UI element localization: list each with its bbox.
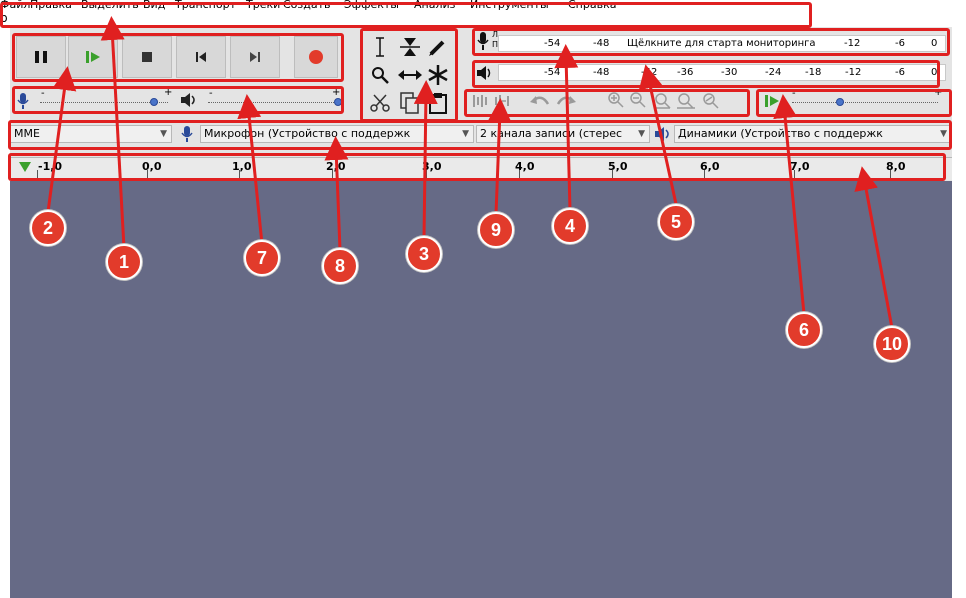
marker-3: 3: [406, 236, 442, 272]
arrow-8: [324, 136, 349, 251]
marker-10: 10: [874, 326, 910, 362]
marker-8: 8: [322, 248, 358, 284]
arrow-7: [237, 94, 264, 245]
arrow-6: [773, 94, 806, 315]
annotation-arrows: [46, 16, 894, 329]
marker-5: 5: [658, 204, 694, 240]
marker-9: 9: [478, 212, 514, 248]
arrow-10: [854, 166, 894, 329]
arrow-9: [487, 98, 512, 215]
arrow-3: [413, 80, 438, 239]
marker-2: 2: [30, 210, 66, 246]
arrow-4: [554, 44, 579, 211]
arrow-1: [100, 16, 126, 249]
marker-7: 7: [244, 240, 280, 276]
marker-4: 4: [552, 208, 588, 244]
arrow-2: [46, 66, 77, 213]
marker-6: 6: [786, 312, 822, 348]
marker-1: 1: [106, 244, 142, 280]
arrow-5: [638, 64, 678, 205]
